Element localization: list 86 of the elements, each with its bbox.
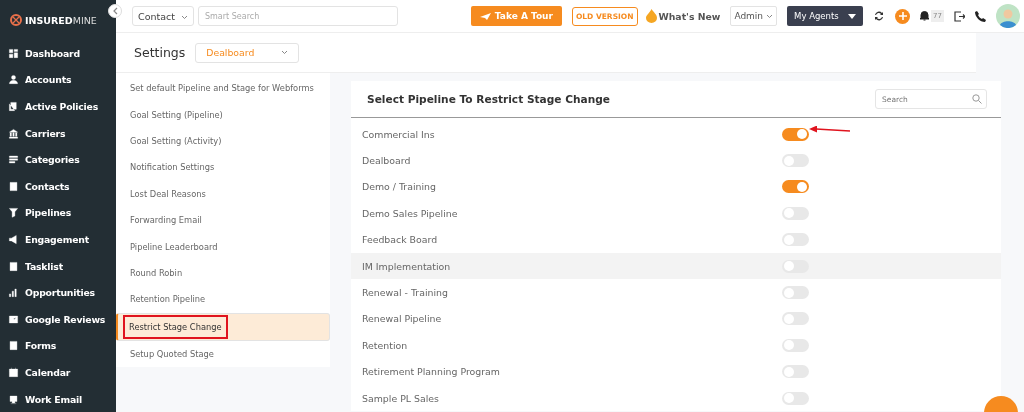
phone-icon[interactable]	[975, 10, 986, 22]
menu-label: Goal Setting (Activity)	[130, 135, 222, 146]
menu-item-icon	[8, 180, 19, 192]
chevron-down-icon	[181, 14, 188, 20]
settings-menu-item[interactable]: Setup Quoted Stage	[116, 340, 330, 368]
settings-menu-item[interactable]: Forwarding Email	[116, 206, 330, 234]
chevron-left-icon	[112, 7, 118, 15]
menu-item-icon	[8, 313, 19, 325]
pipeline-name: IM Implementation	[362, 260, 452, 272]
chevron-down-icon	[281, 50, 289, 55]
settings-menu-item[interactable]: Retention Pipeline	[116, 286, 330, 313]
pipeline-name: Dealboard	[362, 155, 412, 167]
sidebar-item[interactable]: Carriers	[0, 119, 116, 147]
agents-dropdown[interactable]: My Agents	[787, 6, 864, 26]
menu-label: Goal Setting (Pipeline)	[130, 109, 223, 120]
chevron-down-icon	[766, 14, 774, 19]
settings-menu-item[interactable]: Lost Deal Reasons	[116, 180, 330, 207]
settings-menu-item[interactable]: Set default Pipeline and Stage for Webforms	[116, 75, 330, 102]
panel-title: Select Pipeline To Restrict Stage Change	[367, 93, 610, 105]
settings-menu-item[interactable]: Notification Settings	[116, 154, 330, 181]
menu-label: Retention Pipeline	[130, 294, 206, 305]
menu-item-icon	[8, 260, 19, 272]
menu-label: Notification Settings	[130, 162, 215, 173]
highlighted-label: Restrict Stage Change	[125, 316, 226, 337]
whats-new-link[interactable]: What's New	[645, 9, 721, 23]
sidebar-item[interactable]: Active Policies	[0, 93, 116, 120]
refresh-icon[interactable]	[873, 10, 886, 22]
sidebar-item[interactable]: Google Reviews	[0, 305, 116, 333]
menu-item-icon	[8, 127, 19, 139]
pipeline-name: Commercial Ins	[362, 128, 436, 140]
logout-icon[interactable]	[954, 10, 965, 22]
add-button[interactable]	[895, 8, 911, 24]
menu-item-icon	[8, 340, 19, 352]
settings-menu-item[interactable]: Goal Setting (Pipeline)	[116, 101, 330, 128]
pipeline-name: Renewal - Training	[362, 287, 449, 299]
bell-icon[interactable]	[920, 11, 930, 21]
menu-item-icon	[8, 393, 19, 405]
menu-label: Round Robin	[130, 267, 183, 278]
pipeline-name: Sample PL Sales	[362, 392, 440, 404]
settings-menu-item[interactable]: Goal Setting (Activity)	[116, 127, 330, 155]
sidebar-item[interactable]: Contacts	[0, 172, 116, 200]
menu-item-icon	[8, 74, 19, 86]
sidebar-item[interactable]: Forms	[0, 332, 116, 360]
menu-item-icon	[8, 101, 19, 112]
sidebar-item[interactable]: Accounts	[0, 66, 116, 94]
sidebar-item[interactable]: Tasklist	[0, 252, 116, 280]
sidebar-item[interactable]: Dashboard	[0, 40, 116, 67]
menu-item-icon	[8, 154, 19, 166]
sidebar-item[interactable]: Opportunities	[0, 279, 116, 306]
sidebar-item[interactable]: Categories	[0, 146, 116, 173]
sidebar-item[interactable]: Engagement	[0, 226, 116, 253]
settings-menu-item[interactable]: Pipeline Leaderboard	[116, 233, 330, 260]
menu-label: Set default Pipeline and Stage for Webforms	[130, 83, 314, 94]
pipeline-name: Demo / Training	[362, 181, 437, 193]
entity-dropdown[interactable]: Contact	[132, 6, 194, 26]
menu-label: Setup Quoted Stage	[130, 349, 214, 360]
menu-label: Pipeline Leaderboard	[130, 241, 218, 252]
caret-icon	[848, 13, 857, 19]
pipeline-name: Renewal Pipeline	[362, 313, 443, 325]
menu-item-icon	[8, 47, 19, 59]
smart-search-field[interactable]: Smart Search	[198, 6, 398, 26]
toggle-switch[interactable]	[782, 180, 809, 194]
pipeline-name: Retention	[362, 339, 409, 351]
search-icon	[972, 94, 982, 104]
menu-item-icon	[8, 287, 19, 299]
menu-label: Forwarding Email	[130, 215, 202, 226]
settings-title: Settings	[134, 45, 186, 60]
sidebar-item[interactable]: Work Email	[0, 385, 116, 412]
brand-name: INSUREDMINE	[25, 14, 97, 26]
pipeline-name: Feedback Board	[362, 234, 439, 246]
plane-icon	[479, 11, 491, 21]
toggle-switch[interactable]	[782, 127, 809, 141]
settings-menu-item[interactable]: Restrict Stage Change	[116, 312, 330, 341]
sidebar-item[interactable]: Calendar	[0, 359, 116, 386]
plus-icon	[898, 12, 907, 20]
pipeline-name: Retirement Planning Program	[362, 366, 501, 378]
menu-item-icon	[8, 207, 19, 219]
menu-item-icon	[8, 366, 19, 378]
menu-item-icon	[8, 233, 19, 245]
menu-label: Lost Deal Reasons	[130, 188, 206, 199]
role-dropdown[interactable]: Admin	[730, 6, 778, 26]
pipeline-name: Demo Sales Pipeline	[362, 207, 459, 219]
logo-icon	[10, 14, 22, 26]
settings-menu-item[interactable]: Round Robin	[116, 259, 330, 287]
sidebar-item[interactable]: Pipelines	[0, 199, 116, 227]
avatar-icon[interactable]	[996, 4, 1020, 28]
